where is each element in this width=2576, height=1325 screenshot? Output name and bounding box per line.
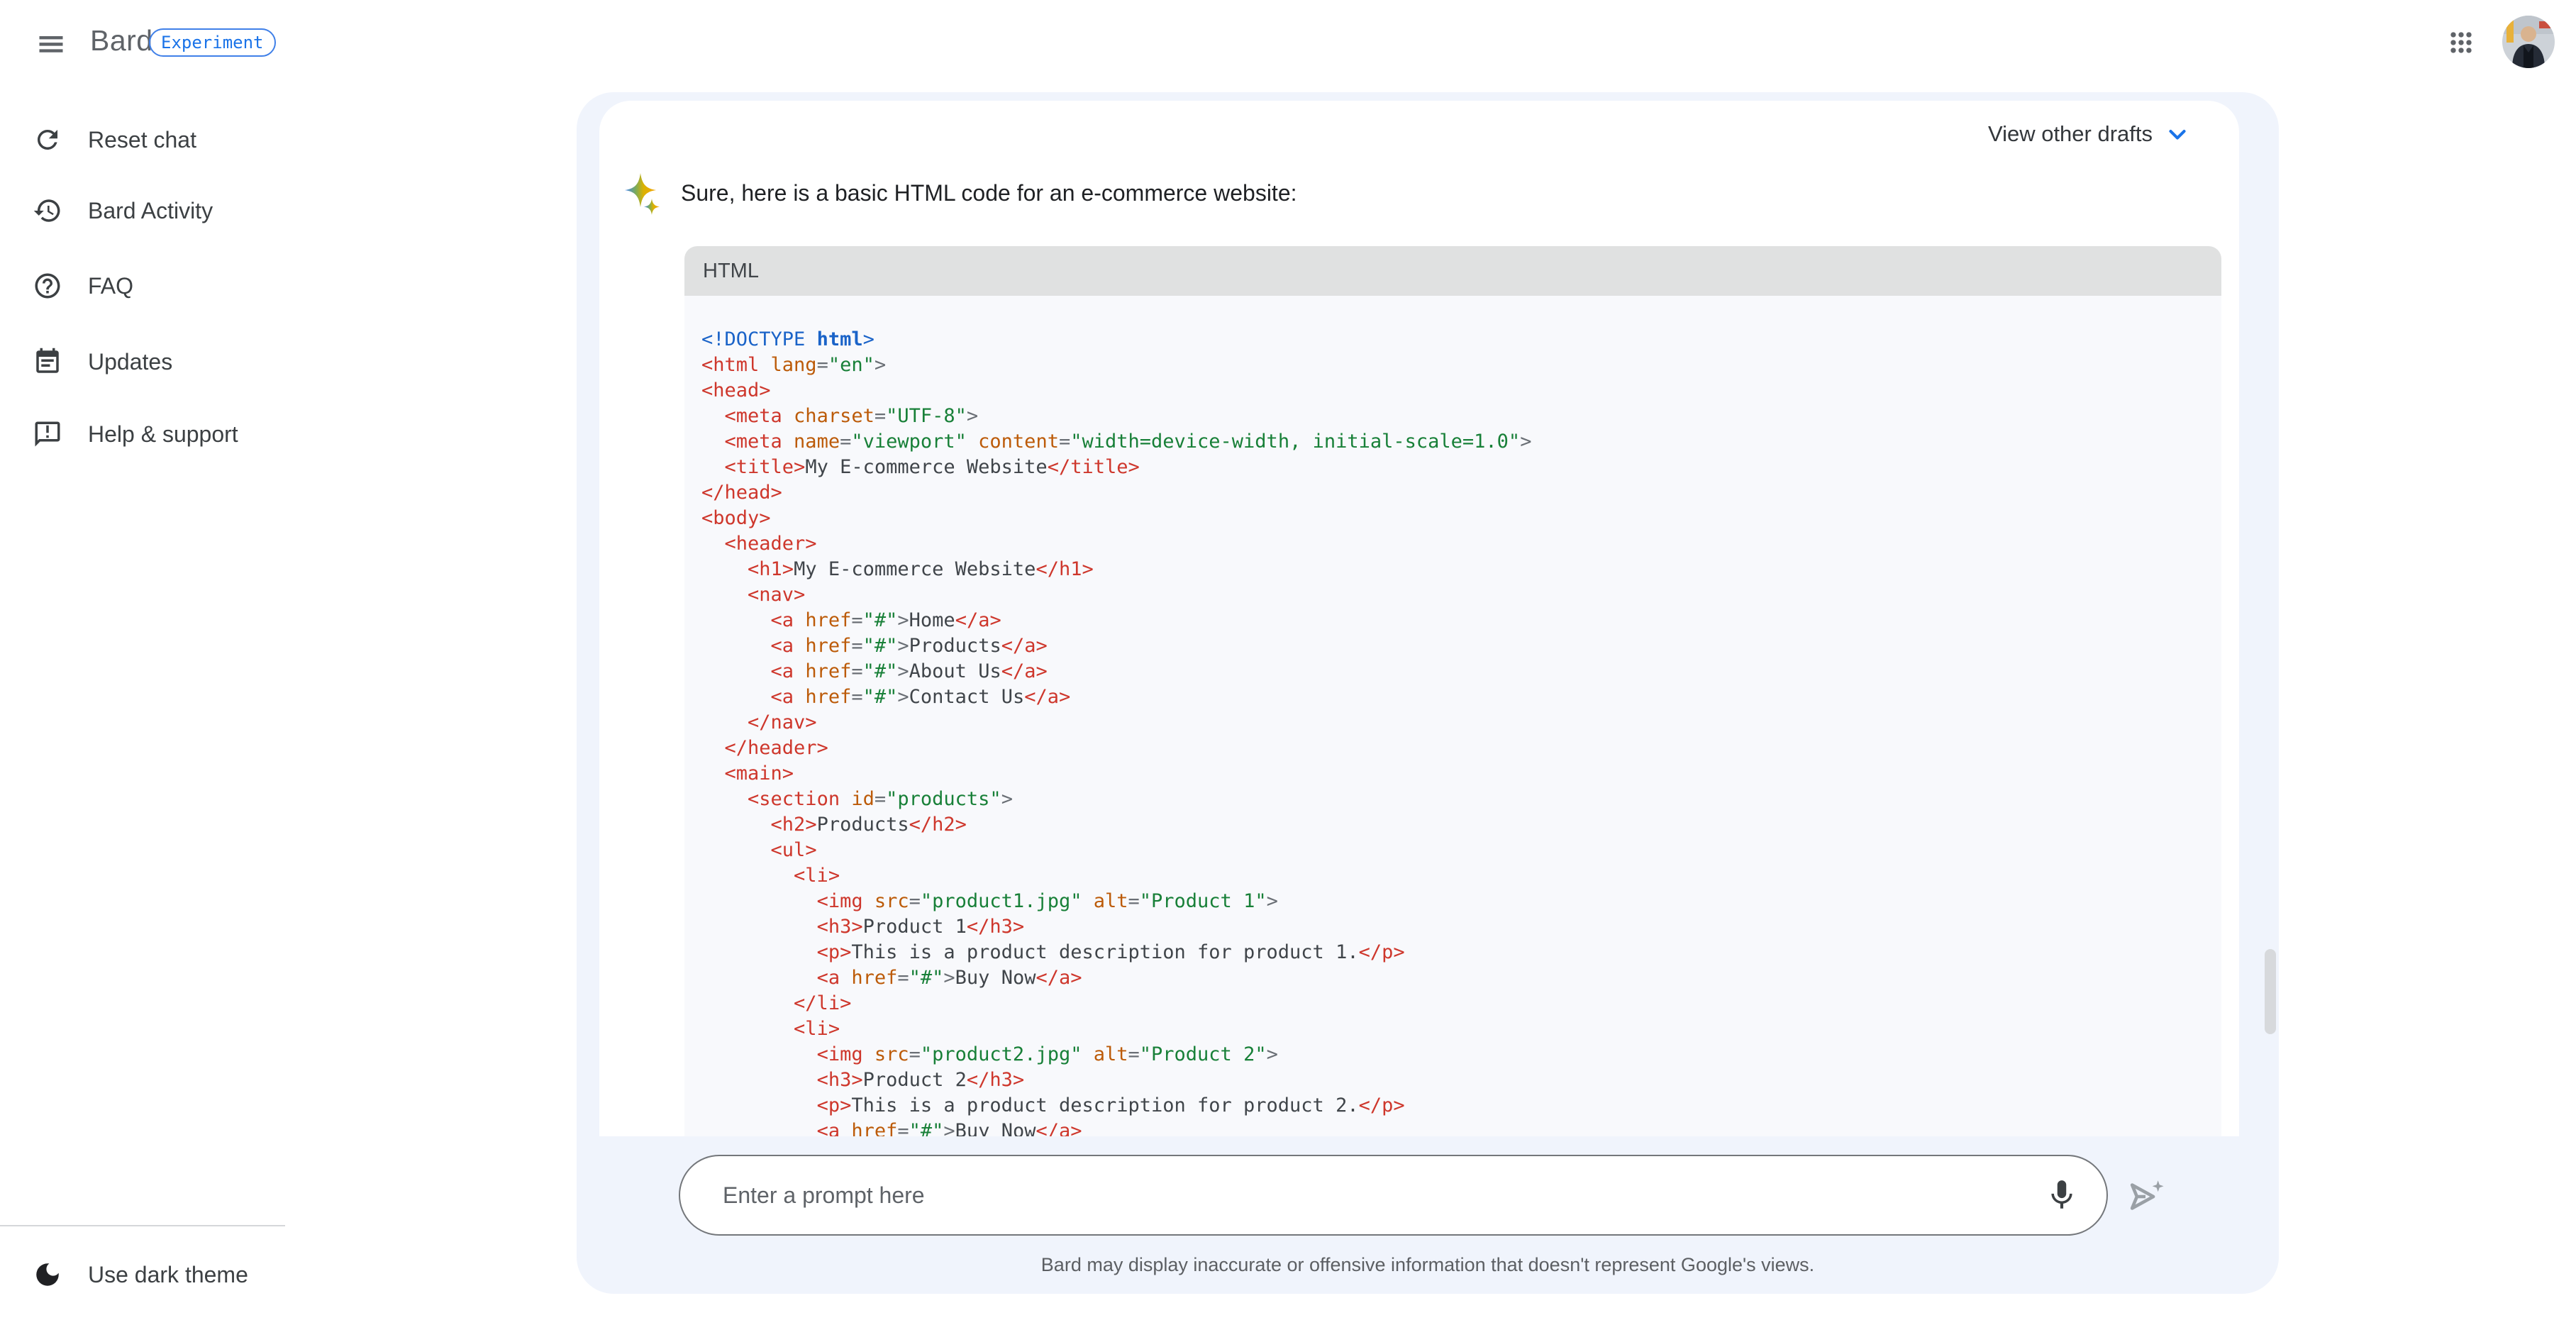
sidebar-item-label: Help & support bbox=[88, 421, 238, 448]
code-line: <h3>Product 1</h3> bbox=[701, 914, 2221, 940]
code-line: <meta charset="UTF-8"> bbox=[701, 404, 2221, 429]
response-card: View other drafts Sure, here is a basic … bbox=[599, 101, 2239, 1136]
sidebar-item-help-support[interactable]: Help & support bbox=[33, 417, 238, 451]
sidebar-item-faq[interactable]: FAQ bbox=[33, 269, 133, 303]
code-line: <p>This is a product description for pro… bbox=[701, 1093, 2221, 1119]
code-line: <li> bbox=[701, 1016, 2221, 1042]
code-line: </li> bbox=[701, 991, 2221, 1016]
dark-theme-toggle[interactable]: Use dark theme bbox=[33, 1258, 248, 1292]
app-title: Bard bbox=[90, 24, 153, 57]
disclaimer-text: Bard may display inaccurate or offensive… bbox=[577, 1254, 2279, 1276]
code-language-label: HTML bbox=[703, 260, 759, 283]
code-block-header: HTML bbox=[684, 246, 2221, 296]
menu-icon[interactable] bbox=[35, 28, 67, 57]
code-line: <!DOCTYPE html> bbox=[701, 327, 2221, 353]
code-content[interactable]: <!DOCTYPE html><html lang="en"><head> <m… bbox=[684, 296, 2221, 1136]
code-line: <a href="#">Home</a> bbox=[701, 608, 2221, 633]
chevron-down-icon bbox=[2164, 121, 2191, 148]
microphone-icon[interactable] bbox=[2044, 1177, 2080, 1213]
code-line: <p>This is a product description for pro… bbox=[701, 940, 2221, 965]
sidebar-item-reset-chat[interactable]: Reset chat bbox=[33, 123, 196, 157]
code-line: <a href="#">Buy Now</a> bbox=[701, 1119, 2221, 1136]
sidebar-item-updates[interactable]: Updates bbox=[33, 345, 172, 379]
code-line: <ul> bbox=[701, 838, 2221, 863]
code-line: <header> bbox=[701, 531, 2221, 557]
code-line: <img src="product2.jpg" alt="Product 2"> bbox=[701, 1042, 2221, 1068]
code-line: <a href="#">Buy Now</a> bbox=[701, 965, 2221, 991]
moon-icon bbox=[33, 1260, 62, 1290]
view-other-drafts-label: View other drafts bbox=[1988, 121, 2153, 147]
code-line: <a href="#">Products</a> bbox=[701, 633, 2221, 659]
sidebar-item-label: Updates bbox=[88, 349, 172, 375]
chat-card: View other drafts Sure, here is a basic … bbox=[577, 92, 2279, 1294]
experiment-badge-label: Experiment bbox=[161, 33, 264, 52]
sidebar-item-bard-activity[interactable]: Bard Activity bbox=[33, 194, 213, 228]
response-intro-text: Sure, here is a basic HTML code for an e… bbox=[681, 180, 1297, 206]
bard-response-message: Sure, here is a basic HTML code for an e… bbox=[619, 170, 1297, 216]
faq-icon bbox=[33, 271, 62, 301]
dark-theme-label: Use dark theme bbox=[88, 1262, 248, 1288]
code-line: <head> bbox=[701, 378, 2221, 404]
code-line: </head> bbox=[701, 480, 2221, 506]
user-avatar[interactable] bbox=[2502, 16, 2555, 68]
view-other-drafts-button[interactable]: View other drafts bbox=[1988, 118, 2191, 150]
code-line: <body> bbox=[701, 506, 2221, 531]
reset-icon bbox=[33, 125, 62, 155]
code-line: <h2>Products</h2> bbox=[701, 812, 2221, 838]
prompt-input[interactable] bbox=[680, 1156, 2044, 1234]
bard-sparkle-icon bbox=[619, 170, 665, 216]
code-line: <html lang="en"> bbox=[701, 353, 2221, 378]
code-block: HTML <!DOCTYPE html><html lang="en"><hea… bbox=[684, 246, 2221, 1136]
code-line: <title>My E-commerce Website</title> bbox=[701, 455, 2221, 480]
code-line: </header> bbox=[701, 736, 2221, 761]
sidebar-item-label: FAQ bbox=[88, 273, 133, 299]
prompt-input-container bbox=[679, 1155, 2108, 1236]
updates-icon bbox=[33, 347, 62, 377]
code-line: <section id="products"> bbox=[701, 787, 2221, 812]
code-line: </nav> bbox=[701, 710, 2221, 736]
send-icon[interactable] bbox=[2125, 1176, 2166, 1217]
experiment-badge: Experiment bbox=[149, 28, 276, 57]
code-line: <a href="#">About Us</a> bbox=[701, 659, 2221, 684]
history-icon bbox=[33, 196, 62, 226]
code-line: <h3>Product 2</h3> bbox=[701, 1068, 2221, 1093]
sidebar-item-label: Bard Activity bbox=[88, 198, 213, 224]
code-line: <li> bbox=[701, 863, 2221, 889]
code-line: <a href="#">Contact Us</a> bbox=[701, 684, 2221, 710]
sidebar-item-label: Reset chat bbox=[88, 127, 196, 153]
code-line: <meta name="viewport" content="width=dev… bbox=[701, 429, 2221, 455]
code-line: <h1>My E-commerce Website</h1> bbox=[701, 557, 2221, 582]
help-support-icon bbox=[33, 419, 62, 449]
code-line: <img src="product1.jpg" alt="Product 1"> bbox=[701, 889, 2221, 914]
code-line: <nav> bbox=[701, 582, 2221, 608]
sidebar-divider bbox=[0, 1225, 285, 1226]
code-line: <main> bbox=[701, 761, 2221, 787]
conversation-scrollbar[interactable] bbox=[2265, 949, 2276, 1034]
google-apps-icon[interactable] bbox=[2445, 27, 2477, 58]
